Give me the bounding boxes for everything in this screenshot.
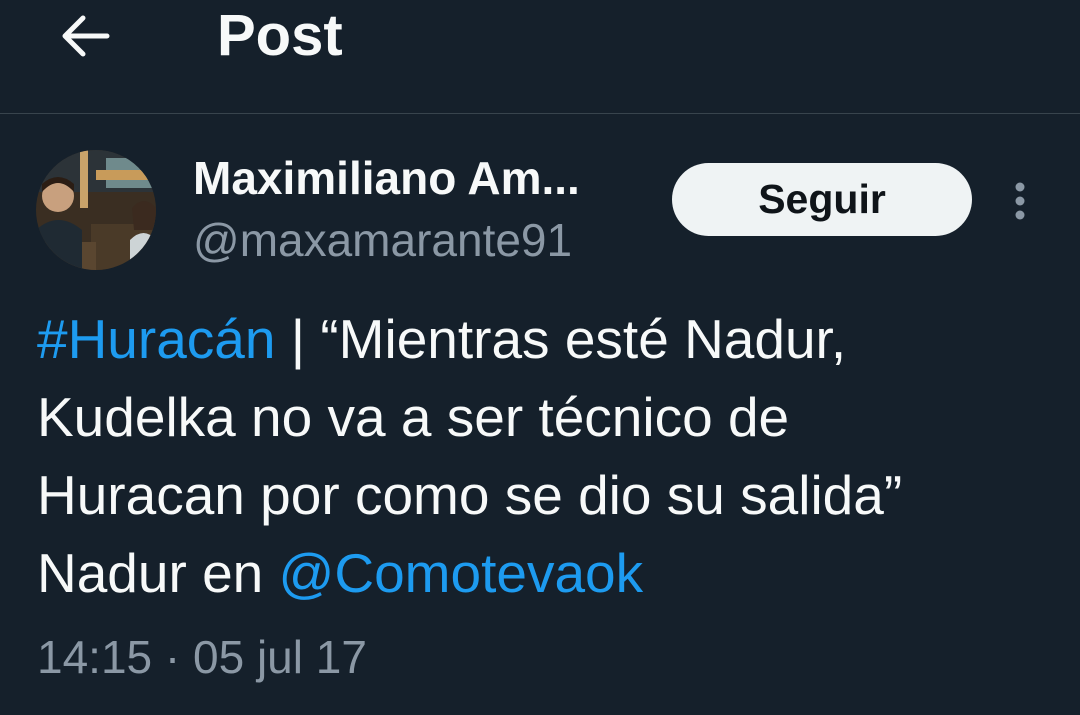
more-vertical-icon xyxy=(1015,182,1025,220)
post-line-4: Nadur en @Comotevaok xyxy=(37,534,1047,612)
back-button[interactable] xyxy=(48,4,120,68)
mention-link[interactable]: @Comotevaok xyxy=(279,542,644,604)
author-handle[interactable]: @maxamarante91 xyxy=(193,212,572,268)
attribution-text: Nadur en xyxy=(37,542,264,604)
quote-start: “Mientras esté Nadur, xyxy=(320,308,847,370)
hashtag-link[interactable]: #Huracán xyxy=(37,308,275,370)
post-body: #Huracán | “Mientras esté Nadur, Kudelka… xyxy=(37,300,1047,612)
arrow-left-icon xyxy=(62,15,110,57)
post-line-1: #Huracán | “Mientras esté Nadur, xyxy=(37,300,1047,378)
more-options-button[interactable] xyxy=(1000,176,1040,226)
separator: | xyxy=(290,308,306,370)
post-line-3: Huracan por como se dio su salida” xyxy=(37,464,903,526)
author-display-name[interactable]: Maximiliano Am... xyxy=(193,150,580,206)
avatar[interactable] xyxy=(36,150,156,270)
top-bar: Post xyxy=(0,0,1080,114)
follow-button[interactable]: Seguir xyxy=(672,163,972,236)
profile-photo xyxy=(36,150,156,270)
post-timestamp[interactable]: 14:15 · 05 jul 17 xyxy=(37,624,367,690)
page-title: Post xyxy=(217,3,343,68)
post-line-2: Kudelka no va a ser técnico de xyxy=(37,386,790,448)
